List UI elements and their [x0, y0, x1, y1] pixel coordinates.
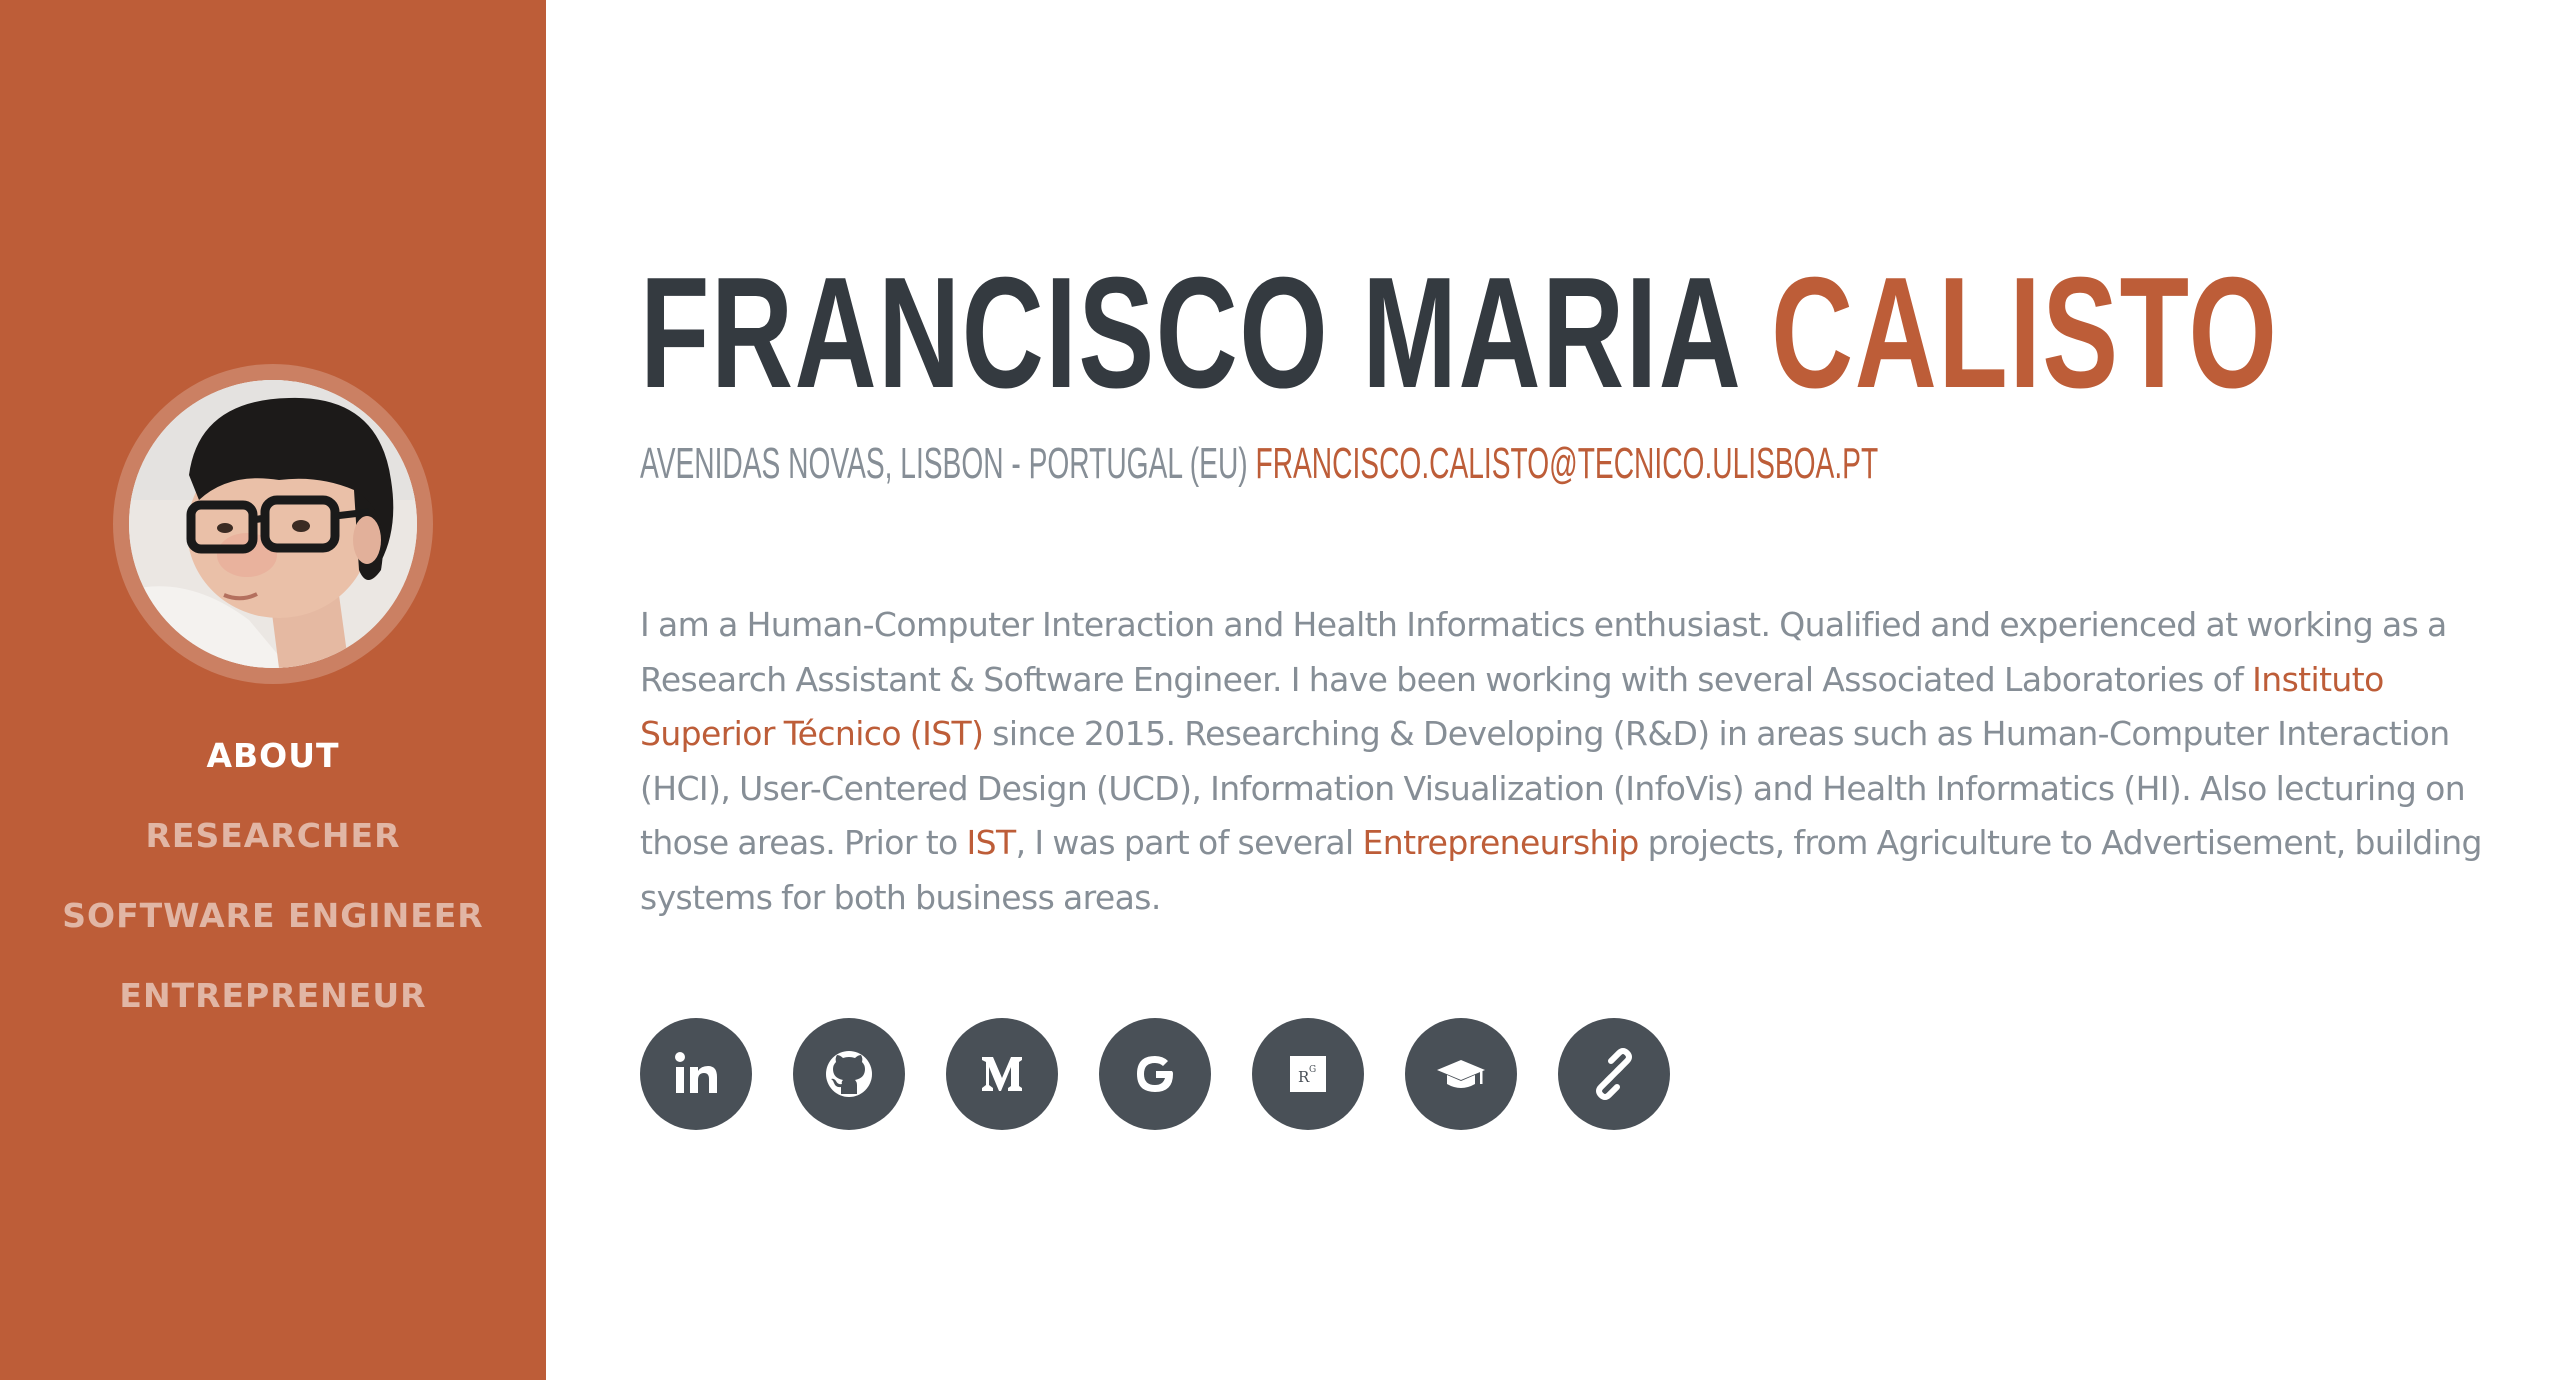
medium-icon	[982, 1057, 1022, 1091]
avatar-photo	[129, 380, 417, 668]
nav-item-software-engineer[interactable]: SOFTWARE ENGINEER	[0, 890, 546, 970]
profile-photo-illustration	[129, 380, 417, 668]
social-icons: R G	[640, 1018, 1670, 1130]
first-name: FRANCISCO MARIA	[640, 245, 1739, 421]
link-icon	[1596, 1048, 1632, 1100]
nav-item-researcher[interactable]: RESEARCHER	[0, 810, 546, 890]
last-name: CALISTO	[1771, 245, 2279, 421]
website-button[interactable]	[1558, 1018, 1670, 1130]
graduation-cap-icon	[1437, 1060, 1485, 1088]
scholar-button[interactable]	[1405, 1018, 1517, 1130]
bio-text-1: I am a Human-Computer Interaction and He…	[640, 605, 2447, 699]
google-scholar-button[interactable]	[1099, 1018, 1211, 1130]
bio-text-3: , I was part of several	[1015, 823, 1363, 862]
researchgate-icon: R G	[1290, 1056, 1326, 1092]
page-title: FRANCISCO MARIA CALISTO	[640, 248, 2278, 418]
avatar	[113, 364, 433, 684]
entrepreneurship-link[interactable]: Entrepreneurship	[1363, 823, 1640, 862]
svg-text:G: G	[1309, 1065, 1316, 1075]
github-icon	[826, 1051, 872, 1097]
sidebar: ABOUT RESEARCHER SOFTWARE ENGINEER ENTRE…	[0, 0, 546, 1380]
page: ABOUT RESEARCHER SOFTWARE ENGINEER ENTRE…	[0, 0, 2560, 1380]
email-link[interactable]: FRANCISCO.CALISTO@TECNICO.ULISBOA.PT	[1255, 439, 1878, 488]
ist-link[interactable]: IST	[967, 823, 1017, 862]
medium-button[interactable]	[946, 1018, 1058, 1130]
nav-item-entrepreneur[interactable]: ENTREPRENEUR	[0, 970, 546, 1050]
github-button[interactable]	[793, 1018, 905, 1130]
researchgate-button[interactable]: R G	[1252, 1018, 1364, 1130]
address-text: AVENIDAS NOVAS, LISBON - PORTUGAL (EU)	[640, 439, 1248, 488]
sidebar-nav: ABOUT RESEARCHER SOFTWARE ENGINEER ENTRE…	[0, 730, 546, 1050]
contact-subheading: AVENIDAS NOVAS, LISBON - PORTUGAL (EU) F…	[640, 436, 1878, 492]
about-section: FRANCISCO MARIA CALISTO AVENIDAS NOVAS, …	[640, 0, 2500, 1380]
linkedin-button[interactable]	[640, 1018, 752, 1130]
linkedin-icon	[675, 1052, 717, 1093]
google-icon	[1137, 1056, 1173, 1092]
bio-paragraph: I am a Human-Computer Interaction and He…	[640, 598, 2500, 925]
nav-item-about[interactable]: ABOUT	[0, 730, 546, 810]
